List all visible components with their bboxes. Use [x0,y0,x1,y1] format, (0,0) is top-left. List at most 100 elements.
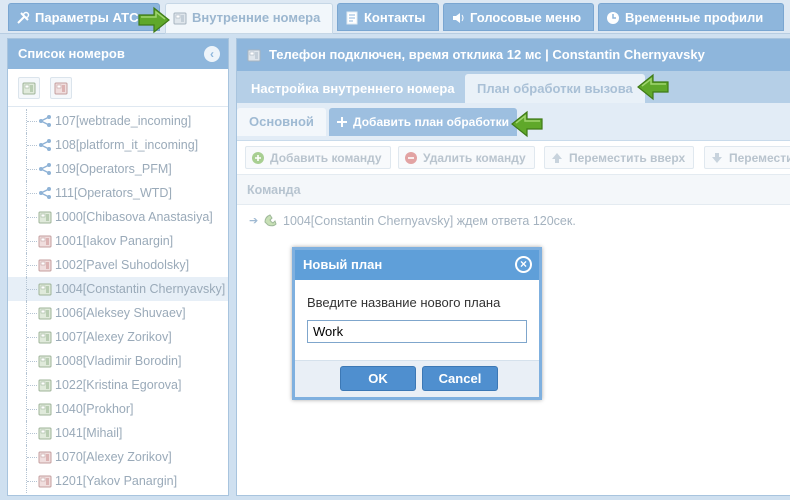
tree-line [27,121,37,122]
move-up-button[interactable]: Переместить вверх [544,146,695,169]
dialog-footer: OK Cancel [295,360,539,397]
phone-offline-icon [38,258,52,272]
list-item[interactable]: 1004[Constantin Chernyavsky] [8,277,228,301]
phone-online-icon [38,210,52,224]
add-phone-icon [22,81,36,95]
cancel-button[interactable]: Cancel [422,366,498,391]
tab-extensions[interactable]: Внутренние номера [165,3,333,34]
handset-icon [264,214,277,227]
panel-title: Список номеров [18,46,125,61]
add-command-button[interactable]: Добавить команду [245,146,391,169]
list-item[interactable]: 1070[Alexey Zorikov] [8,445,228,469]
tree-line [27,313,37,314]
tree-line [27,217,37,218]
status-header: Телефон подключен, время отклика 12 мс |… [237,39,790,71]
list-item-label: 1041[Mihail] [55,426,123,440]
add-icon [252,152,264,164]
add-plan-label: Добавить план обработки [353,115,510,129]
ok-button[interactable]: OK [340,366,416,391]
list-item[interactable]: 1201[Yakov Panargin] [8,469,228,493]
plan-name-label: Введите название нового плана [307,295,501,310]
phone-offline-icon [38,450,52,464]
list-item[interactable]: 109[Operators_PFM] [8,157,228,181]
delete-command-label: Удалить команду [423,151,526,165]
list-item[interactable]: 1007[Alexey Zorikov] [8,325,228,349]
tree-line [27,457,37,458]
list-item-label: 1000[Chibasova Anastasiya] [55,210,213,224]
list-item-label: 1201[Yakov Panargin] [55,474,178,488]
tools-icon [17,11,30,24]
list-item[interactable]: 108[platform_it_incoming] [8,133,228,157]
move-down-label: Переместить вниз [729,151,790,165]
list-item[interactable]: 1041[Mihail] [8,421,228,445]
command-row[interactable]: ➔ 1004[Constantin Chernyavsky] ждем отве… [237,205,790,237]
tab-plan-main[interactable]: Основной [237,108,326,136]
add-extension-button[interactable] [18,77,40,99]
column-header-command: Команда [237,175,790,205]
list-item[interactable]: 1002[Pavel Suhodolsky] [8,253,228,277]
new-plan-dialog: Новый план × Введите название нового пла… [292,247,542,400]
green-arrow-icon [137,6,171,34]
dialog-title-bar: Новый план × [295,250,539,280]
close-icon[interactable]: × [515,256,532,273]
collapse-icon[interactable]: ‹ [204,46,220,62]
remove-phone-icon [54,81,68,95]
commands-toolbar: Добавить команду Удалить команду Перемес… [237,141,790,175]
remove-extension-button[interactable] [50,77,72,99]
phone-online-icon [38,402,52,416]
list-item-label: 108[platform_it_incoming] [55,138,199,152]
phone-online-icon [38,282,52,296]
tree-line [27,193,37,194]
list-item[interactable]: 1006[Aleksey Shuvaev] [8,301,228,325]
list-item[interactable]: 1022[Kristina Egorova] [8,373,228,397]
list-item-label: 1008[Vladimir Borodin] [55,354,182,368]
queue-icon [38,138,52,152]
tree-line [27,481,37,482]
plan-name-input[interactable] [307,320,527,343]
green-arrow-icon [510,110,544,138]
green-arrow-icon [636,73,670,101]
expand-arrow-icon[interactable]: ➔ [249,205,258,237]
plus-icon [337,117,347,127]
top-navigation: Параметры АТС Внутренние номера Контакты… [0,0,790,34]
status-text: Телефон подключен, время отклика 12 мс |… [269,47,705,62]
tab-call-plan[interactable]: План обработки вызова [465,74,645,103]
tree-line [27,169,37,170]
arrow-down-icon [712,153,722,163]
phone-online-icon [38,378,52,392]
tab-label: Временные профили [625,10,764,25]
tree-line [27,409,37,410]
list-item[interactable]: 111[Operators_WTD] [8,181,228,205]
tree-line [27,289,37,290]
list-item-label: 111[Operators_WTD] [55,186,172,200]
list-item[interactable]: 107[webtrade_incoming] [8,109,228,133]
tree-line [27,433,37,434]
tab-label: Параметры АТС [35,10,139,25]
phone-icon [173,11,187,25]
dialog-title: Новый план [303,257,383,272]
tab-extension-settings[interactable]: Настройка внутреннего номера [239,74,467,103]
clock-icon [607,12,619,24]
list-item[interactable]: 1000[Chibasova Anastasiya] [8,205,228,229]
queue-icon [38,114,52,128]
tree-line [27,361,37,362]
tree-line [27,241,37,242]
phone-online-icon [38,354,52,368]
tab-voice-menus[interactable]: Голосовые меню [443,3,594,31]
add-plan-button[interactable]: Добавить план обработки [329,108,518,136]
list-item[interactable]: 1040[Prokhor] [8,397,228,421]
tab-label: Внутренние номера [192,10,321,25]
list-item-label: 1001[Iakov Panargin] [55,234,174,248]
list-toolbar [8,69,228,107]
tree-line [27,265,37,266]
tab-time-profiles[interactable]: Временные профили [598,3,784,31]
list-item[interactable]: 1008[Vladimir Borodin] [8,349,228,373]
list-item-label: 1007[Alexey Zorikov] [55,330,172,344]
move-down-button[interactable]: Переместить вниз [704,146,790,169]
phone-offline-icon [38,234,52,248]
move-up-label: Переместить вверх [569,151,686,165]
tab-contacts[interactable]: Контакты [337,3,439,31]
delete-command-button[interactable]: Удалить команду [398,146,535,169]
list-item[interactable]: 1001[Iakov Panargin] [8,229,228,253]
speaker-icon [453,13,464,23]
